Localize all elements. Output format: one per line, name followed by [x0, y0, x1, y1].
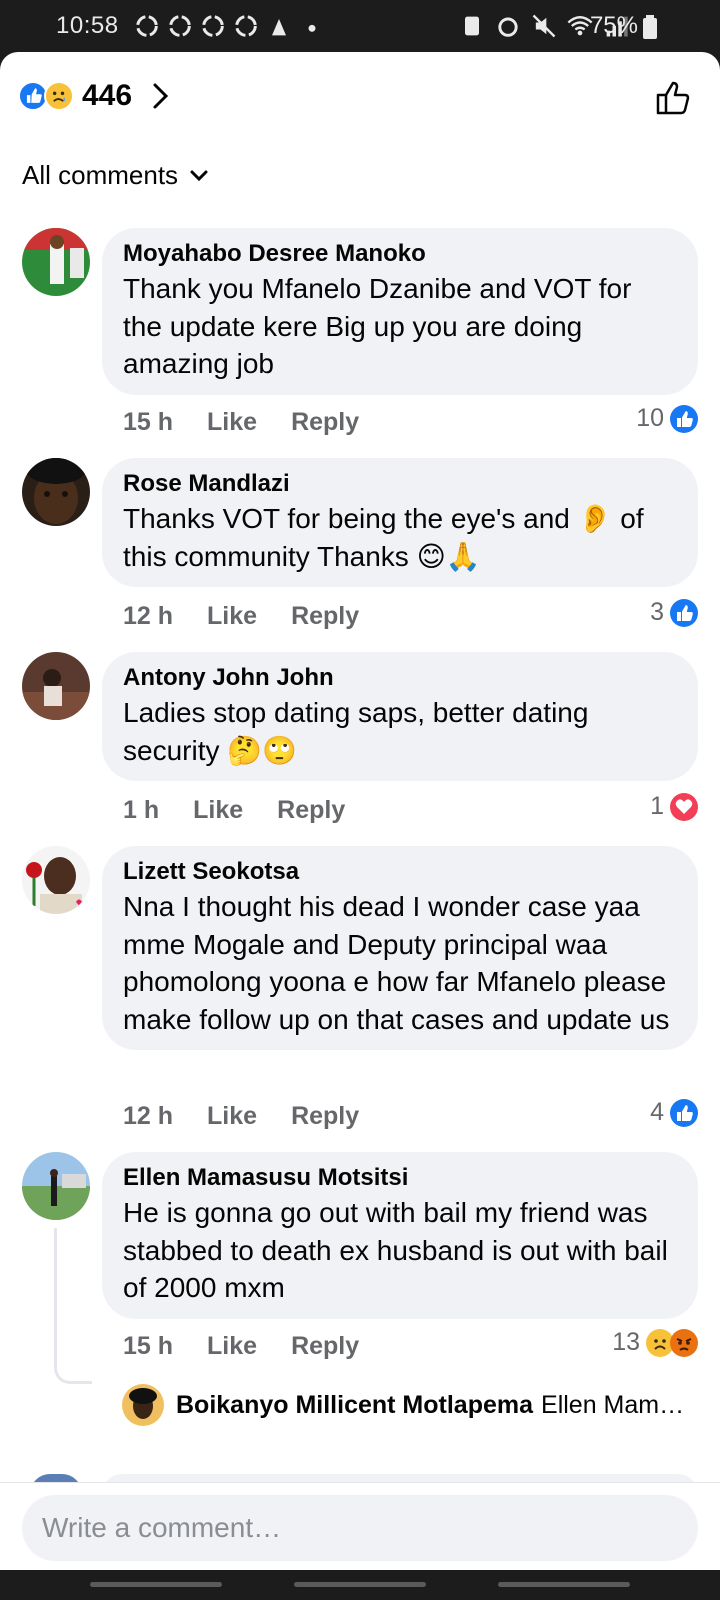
- dot-icon: [308, 24, 316, 32]
- reaction-count: 10: [636, 404, 664, 432]
- comment-actions: 15 h Like Reply: [123, 408, 359, 437]
- mute-icon: [532, 14, 556, 38]
- comment-reactions[interactable]: 13: [612, 1328, 698, 1357]
- avatar[interactable]: [22, 228, 90, 296]
- love-icon: [670, 792, 698, 821]
- comment-author[interactable]: Rose Mandlazi: [123, 468, 676, 500]
- thumbs-up-icon[interactable]: [654, 78, 694, 118]
- reaction-count: 3: [650, 598, 664, 626]
- like-button[interactable]: Like: [207, 1332, 257, 1361]
- reply-thread-line: [54, 1228, 92, 1384]
- battery-percent: 75%: [589, 12, 638, 39]
- comment-actions: 1 h Like Reply: [123, 796, 345, 825]
- reply-button[interactable]: Reply: [291, 1102, 359, 1131]
- reaction-count: 446: [82, 79, 133, 112]
- avatar[interactable]: [22, 846, 90, 914]
- chevron-right-icon: [153, 83, 169, 109]
- like-button[interactable]: Like: [207, 1102, 257, 1131]
- comment-filter-dropdown[interactable]: All comments: [22, 160, 208, 191]
- system-nav-bar: [0, 1570, 720, 1600]
- comment-reactions[interactable]: 3: [650, 598, 698, 627]
- nav-handle: [498, 1582, 630, 1587]
- comment-composer-bar: [0, 1482, 720, 1570]
- comment-author[interactable]: Lizett Seokotsa: [123, 856, 676, 888]
- status-time: 10:58: [56, 12, 119, 39]
- comment-bubble: Rose Mandlazi Thanks VOT for being the e…: [102, 458, 698, 587]
- reaction-icons: [18, 79, 76, 113]
- like-button[interactable]: Like: [193, 796, 243, 825]
- sad-icon: [44, 81, 74, 111]
- reply-button[interactable]: Reply: [291, 408, 359, 437]
- avatar: [122, 1384, 164, 1426]
- sync-icon: [136, 15, 158, 37]
- next-comment-avatar: [30, 1474, 82, 1482]
- reply-button[interactable]: Reply: [291, 1332, 359, 1361]
- alarm-icon: [498, 17, 518, 37]
- like-icon: [670, 404, 698, 433]
- reply-button[interactable]: Reply: [291, 602, 359, 631]
- comment-time[interactable]: 1 h: [123, 796, 159, 825]
- reaction-count: 13: [612, 1328, 640, 1356]
- comment-text: Thanks VOT for being the eye's and 👂 of …: [123, 503, 644, 572]
- sync-icon: [202, 15, 224, 37]
- like-button[interactable]: Like: [207, 408, 257, 437]
- app-notification-icon: [272, 19, 286, 36]
- comment-author[interactable]: Ellen Mamasusu Motsitsi: [123, 1162, 676, 1194]
- sync-icon: [235, 15, 257, 37]
- nav-handle: [90, 1582, 222, 1587]
- like-icon: [670, 1098, 698, 1127]
- comment-bubble: Lizett Seokotsa Nna I thought his dead I…: [102, 846, 698, 1050]
- comment-bubble: Ellen Mamasusu Motsitsi He is gonna go o…: [102, 1152, 698, 1319]
- comment-text: Nna I thought his dead I wonder case yaa…: [123, 891, 670, 1035]
- angry-icon: [670, 1328, 698, 1357]
- comment-text: Thank you Mfanelo Dzanibe and VOT for th…: [123, 273, 632, 379]
- comment-time[interactable]: 15 h: [123, 1332, 173, 1361]
- comment-reactions[interactable]: 10: [636, 404, 698, 433]
- like-button[interactable]: Like: [207, 602, 257, 631]
- comment-text: Ladies stop dating saps, better dating s…: [123, 697, 589, 766]
- sync-icon: [169, 15, 191, 37]
- comment-reactions[interactable]: 4: [650, 1098, 698, 1127]
- reaction-count: 1: [650, 792, 664, 820]
- avatar[interactable]: [22, 652, 90, 720]
- like-icon: [670, 598, 698, 627]
- comment-time[interactable]: 15 h: [123, 408, 173, 437]
- comment-actions: 15 h Like Reply: [123, 1332, 359, 1361]
- nfc-icon: [465, 16, 479, 36]
- comment-composer[interactable]: [22, 1495, 698, 1561]
- comment-time[interactable]: 12 h: [123, 1102, 173, 1131]
- avatar[interactable]: [22, 1152, 90, 1220]
- comment-text: He is gonna go out with bail my friend w…: [123, 1197, 668, 1303]
- reply-button[interactable]: Reply: [277, 796, 345, 825]
- comment-bubble: Moyahabo Desree Manoko Thank you Mfanelo…: [102, 228, 698, 395]
- comments-sheet: 446 All comments Moyahabo Desree Manoko …: [0, 52, 720, 1482]
- reaction-count: 4: [650, 1098, 664, 1126]
- reply-snippet: Ellen Mam…: [541, 1390, 685, 1419]
- chevron-down-icon: [190, 170, 208, 181]
- comment-reactions[interactable]: 1: [650, 792, 698, 821]
- reply-preview[interactable]: Boikanyo Millicent Motlapema Ellen Mam…: [122, 1384, 684, 1426]
- notification-icons: [133, 12, 326, 40]
- comment-time[interactable]: 12 h: [123, 602, 173, 631]
- reply-author: Boikanyo Millicent Motlapema: [176, 1390, 534, 1419]
- status-bar: 10:58 75%: [0, 0, 720, 52]
- next-comment-bubble: [102, 1474, 698, 1482]
- filter-label: All comments: [22, 160, 179, 190]
- comment-bubble: Antony John John Ladies stop dating saps…: [102, 652, 698, 781]
- reactions-summary[interactable]: 446: [18, 74, 170, 118]
- comment-actions: 12 h Like Reply: [123, 602, 359, 631]
- comment-author[interactable]: Antony John John: [123, 662, 676, 694]
- avatar[interactable]: [22, 458, 90, 526]
- comment-input[interactable]: [42, 1512, 678, 1544]
- comment-actions: 12 h Like Reply: [123, 1102, 359, 1131]
- nav-handle: [294, 1582, 426, 1587]
- battery-icon: [643, 15, 657, 39]
- comment-author[interactable]: Moyahabo Desree Manoko: [123, 238, 676, 270]
